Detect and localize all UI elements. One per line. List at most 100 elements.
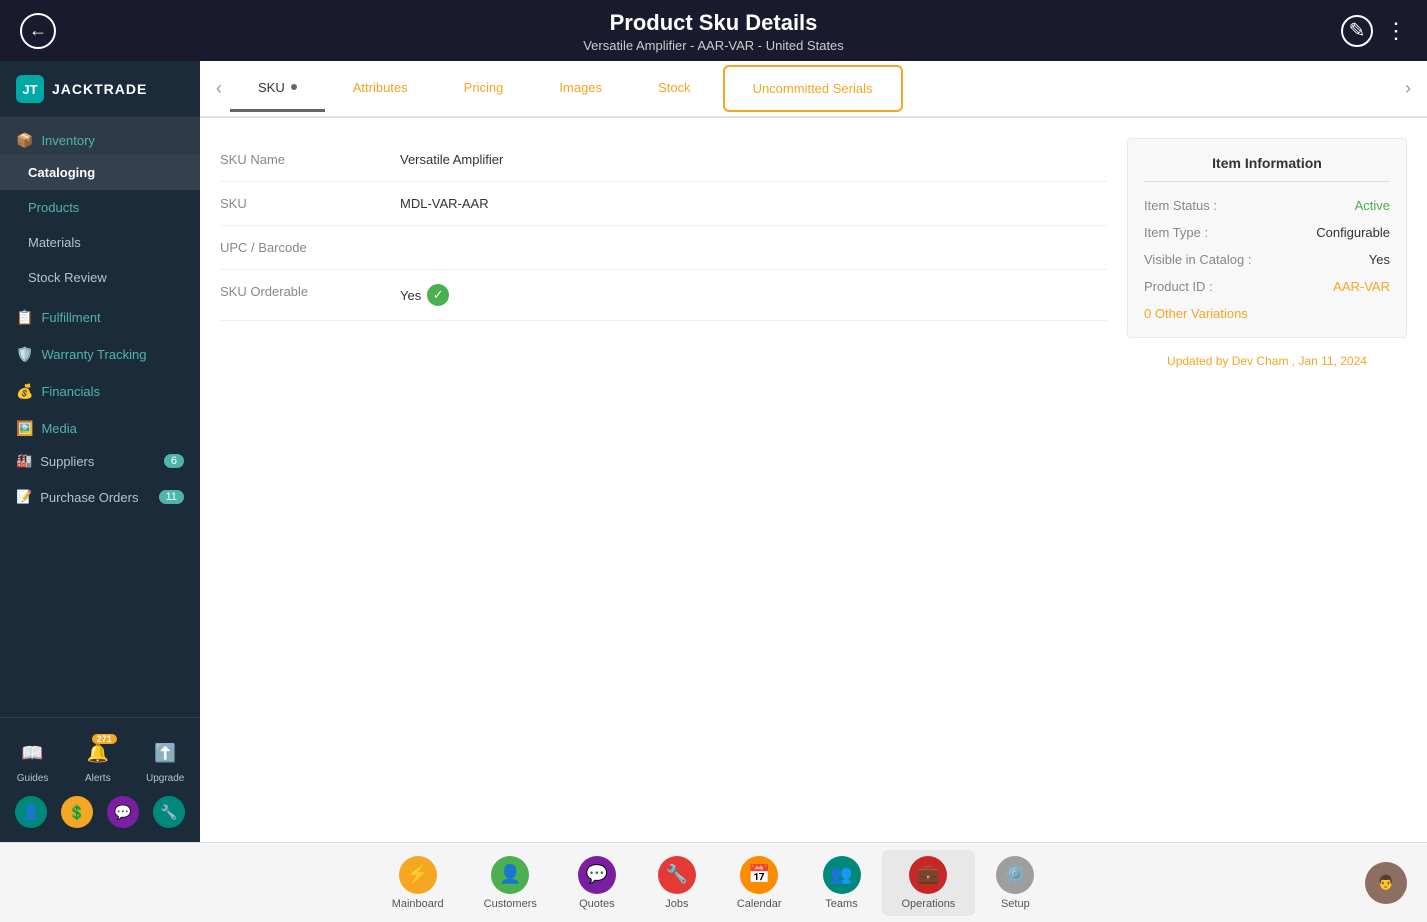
sidebar-item-products[interactable]: Products <box>0 190 200 225</box>
product-id-label: Product ID : <box>1144 279 1213 294</box>
product-id-value: AAR-VAR <box>1333 279 1390 294</box>
tab-sku[interactable]: SKU <box>230 66 325 112</box>
orderable-check-icon: ✓ <box>427 284 449 306</box>
updated-text: Updated by <box>1167 354 1232 368</box>
sidebar-item-financials[interactable]: 💰 Financials <box>0 369 200 406</box>
field-row-orderable: SKU Orderable Yes ✓ <box>220 270 1107 321</box>
guides-label: Guides <box>17 773 49 784</box>
taskbar-setup[interactable]: ⚙️ Setup <box>975 850 1055 916</box>
taskbar-calendar[interactable]: 📅 Calendar <box>717 850 802 916</box>
sidebar-item-media[interactable]: 🖼️ Media <box>0 406 200 443</box>
sidebar-item-materials[interactable]: Materials <box>0 225 200 260</box>
taskbar-customers[interactable]: 👤 Customers <box>464 850 557 916</box>
tab-pricing[interactable]: Pricing <box>436 66 532 112</box>
taskbar-jobs[interactable]: 🔧 Jobs <box>637 850 717 916</box>
field-row-upc: UPC / Barcode <box>220 226 1107 270</box>
other-variations-link[interactable]: 0 Other Variations <box>1144 306 1390 321</box>
tab-stock[interactable]: Stock <box>630 66 719 112</box>
orderable-yes-text: Yes <box>400 288 421 303</box>
user-icon-4[interactable]: 🔧 <box>153 796 185 828</box>
materials-label: Materials <box>28 235 81 250</box>
info-card: Item Information Item Status : Active It… <box>1127 138 1407 338</box>
detail-sidebar: Item Information Item Status : Active It… <box>1127 138 1407 822</box>
page-subtitle: Versatile Amplifier - AAR-VAR - United S… <box>0 38 1427 53</box>
sidebar-item-cataloging[interactable]: Cataloging <box>0 155 200 190</box>
purchase-orders-icon: 📝 <box>16 489 32 505</box>
upgrade-icon: ⬆️ <box>148 736 182 770</box>
bottom-nav-upgrade[interactable]: ⬆️ Upgrade <box>146 736 184 784</box>
main-area: JT JACKTRADE 📦 Inventory Cataloging Prod… <box>0 61 1427 842</box>
back-icon: ← <box>29 20 47 41</box>
sidebar-item-stock-review[interactable]: Stock Review <box>0 260 200 295</box>
info-row-product-id: Product ID : AAR-VAR <box>1144 279 1390 294</box>
field-row-sku-name: SKU Name Versatile Amplifier <box>220 138 1107 182</box>
sku-name-label: SKU Name <box>220 152 400 167</box>
tabs-wrapper: SKU Attributes Pricing Images Stock Unco… <box>230 61 1397 116</box>
fulfillment-icon: 📋 <box>16 309 33 326</box>
tab-sku-label: SKU <box>258 80 285 95</box>
inventory-icon: 📦 <box>16 132 33 149</box>
teams-icon: 👥 <box>823 856 861 894</box>
user-icon-1[interactable]: 👤 <box>15 796 47 828</box>
tab-attributes[interactable]: Attributes <box>325 66 436 112</box>
calendar-icon: 📅 <box>740 856 778 894</box>
media-icon: 🖼️ <box>16 420 33 437</box>
tab-images[interactable]: Images <box>531 66 630 112</box>
edit-button[interactable]: ✎ <box>1341 15 1373 47</box>
taskbar-profile-avatar[interactable]: 👨 <box>1365 862 1407 904</box>
sidebar-item-inventory[interactable]: 📦 Inventory <box>0 118 200 155</box>
inventory-label: Inventory <box>41 133 94 148</box>
back-button[interactable]: ← <box>20 13 56 49</box>
sidebar-logo: JT JACKTRADE <box>0 61 200 118</box>
calendar-label: Calendar <box>737 898 782 910</box>
sidebar-item-warranty[interactable]: 🛡️ Warranty Tracking <box>0 332 200 369</box>
edit-icon: ✎ <box>1349 18 1366 43</box>
more-options-icon[interactable]: ⋮ <box>1385 18 1407 44</box>
taskbar-quotes[interactable]: 💬 Quotes <box>557 850 637 916</box>
sidebar-item-fulfillment[interactable]: 📋 Fulfillment <box>0 295 200 332</box>
bottom-nav-guides[interactable]: 📖 Guides <box>16 736 50 784</box>
taskbar-operations[interactable]: 💼 Operations <box>882 850 976 916</box>
tab-uncommitted-serials[interactable]: Uncommitted Serials <box>723 65 903 112</box>
suppliers-icon: 🏭 <box>16 453 32 469</box>
info-row-status: Item Status : Active <box>1144 198 1390 213</box>
orderable-value: Yes ✓ <box>400 284 449 306</box>
tabs-next-button[interactable]: › <box>1397 70 1419 107</box>
bottom-nav-alerts[interactable]: 🔔 271 Alerts <box>81 736 115 784</box>
orderable-label: SKU Orderable <box>220 284 400 299</box>
financials-label: Financials <box>41 384 100 399</box>
jobs-label: Jobs <box>665 898 688 910</box>
sidebar-item-suppliers[interactable]: 🏭 Suppliers 6 <box>0 443 200 479</box>
updated-by: Dev Cham <box>1232 354 1289 368</box>
taskbar: ⚡ Mainboard 👤 Customers 💬 Quotes 🔧 Jobs … <box>0 842 1427 922</box>
visible-value: Yes <box>1369 252 1390 267</box>
purchase-orders-label: Purchase Orders <box>40 490 138 505</box>
suppliers-label-part: 🏭 Suppliers <box>16 453 94 469</box>
fulfillment-label: Fulfillment <box>41 310 100 325</box>
warranty-label: Warranty Tracking <box>41 347 146 362</box>
detail-main: SKU Name Versatile Amplifier SKU MDL-VAR… <box>220 138 1107 822</box>
customers-icon: 👤 <box>491 856 529 894</box>
taskbar-mainboard[interactable]: ⚡ Mainboard <box>372 850 464 916</box>
item-type-label: Item Type : <box>1144 225 1208 240</box>
tab-pricing-label: Pricing <box>464 80 504 95</box>
suppliers-label: Suppliers <box>40 454 94 469</box>
mainboard-icon: ⚡ <box>399 856 437 894</box>
user-icon-3[interactable]: 💬 <box>107 796 139 828</box>
tab-uncommitted-serials-label: Uncommitted Serials <box>753 81 873 96</box>
teams-label: Teams <box>825 898 857 910</box>
jobs-icon: 🔧 <box>658 856 696 894</box>
alerts-label: Alerts <box>85 773 111 784</box>
user-icon-2[interactable]: 💲 <box>61 796 93 828</box>
tabs-prev-button[interactable]: ‹ <box>208 70 230 107</box>
detail-content: SKU Name Versatile Amplifier SKU MDL-VAR… <box>200 118 1427 842</box>
taskbar-teams[interactable]: 👥 Teams <box>802 850 882 916</box>
purchase-orders-badge: 11 <box>159 490 184 504</box>
header-right-icons: ✎ ⋮ <box>1341 15 1407 47</box>
page-title: Product Sku Details <box>0 10 1427 36</box>
sidebar-item-purchase-orders[interactable]: 📝 Purchase Orders 11 <box>0 479 200 515</box>
financials-icon: 💰 <box>16 383 33 400</box>
customers-label: Customers <box>484 898 537 910</box>
operations-label: Operations <box>902 898 956 910</box>
info-row-visible: Visible in Catalog : Yes <box>1144 252 1390 267</box>
